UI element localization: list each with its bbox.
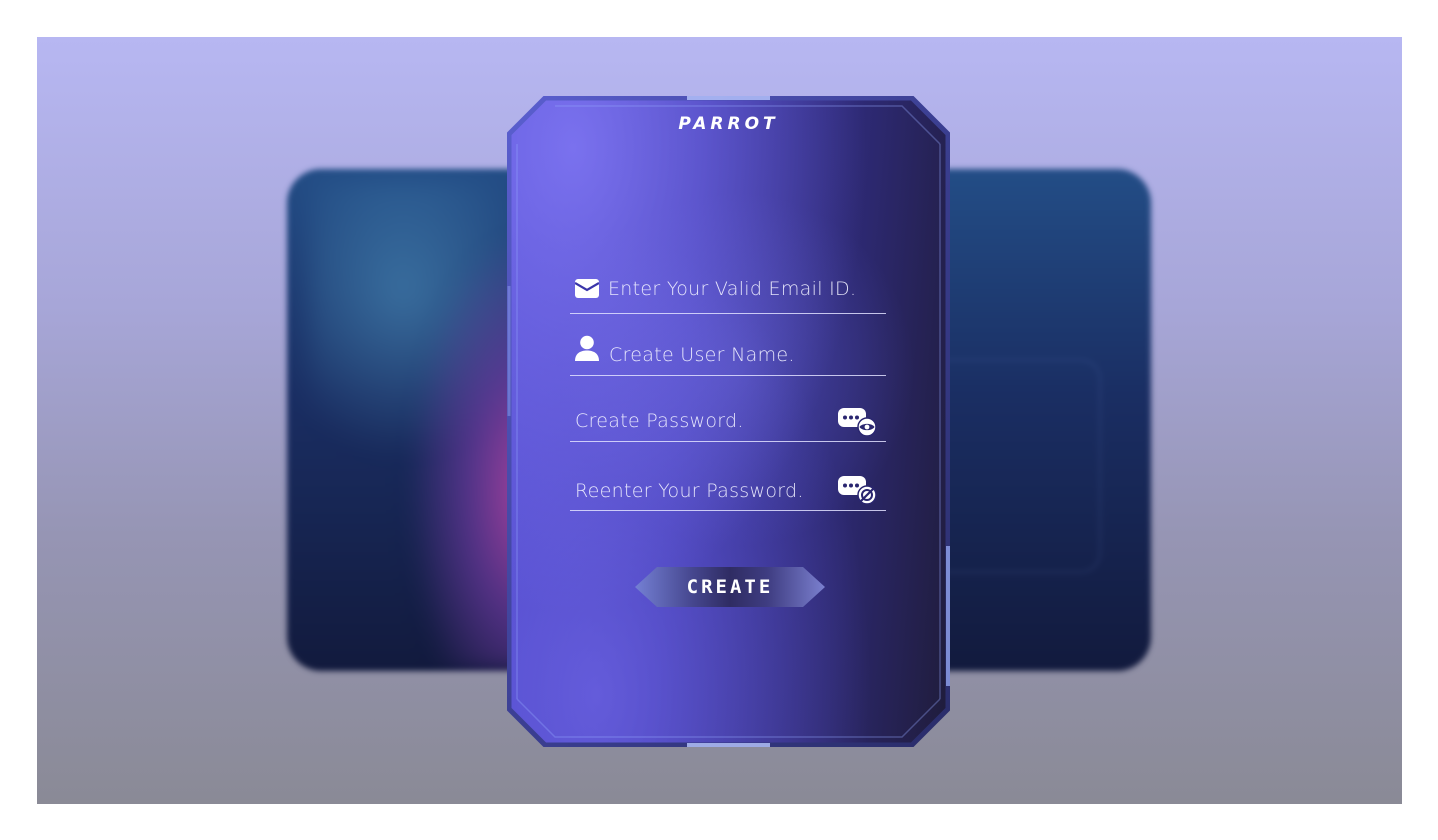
- show-password-icon[interactable]: [838, 408, 878, 440]
- signup-card: PARROT Enter Your Valid Email ID. Create…: [507, 96, 950, 747]
- user-icon: [575, 335, 599, 367]
- username-field[interactable]: Create User Name.: [570, 331, 886, 376]
- envelope-icon: [574, 279, 600, 302]
- password-field[interactable]: Create Password.: [570, 403, 886, 442]
- brand-logo: PARROT: [678, 114, 779, 134]
- confirm-password-field[interactable]: Reenter Your Password.: [570, 472, 886, 511]
- hide-password-icon[interactable]: [838, 476, 878, 508]
- background-panel: [927, 359, 1101, 573]
- confirm-password-input[interactable]: Reenter Your Password.: [575, 480, 804, 502]
- email-field[interactable]: Enter Your Valid Email ID.: [570, 268, 886, 314]
- password-input[interactable]: Create Password.: [575, 410, 744, 432]
- page-background: PARROT Enter Your Valid Email ID. Create…: [37, 37, 1402, 804]
- email-input[interactable]: Enter Your Valid Email ID.: [608, 278, 856, 300]
- username-input[interactable]: Create User Name.: [609, 344, 795, 366]
- create-button[interactable]: CREATE: [635, 567, 825, 607]
